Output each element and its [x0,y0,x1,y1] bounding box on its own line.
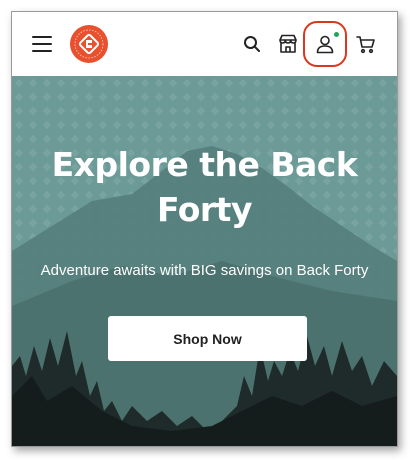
cart-icon[interactable] [354,32,378,56]
brand-logo[interactable] [69,24,109,64]
menu-icon[interactable] [32,36,52,52]
browser-frame: Explore the Back Forty Adventure awaits … [11,11,398,447]
online-status-dot [334,32,339,37]
hero-subtitle: Adventure awaits with BIG savings on Bac… [40,262,369,279]
hero-banner: Explore the Back Forty Adventure awaits … [12,76,397,446]
store-icon[interactable] [276,32,300,56]
hero-title: Explore the Back Forty [51,145,358,229]
search-icon[interactable] [240,32,264,56]
brand-logo-mark [70,25,108,63]
shop-now-button[interactable]: Shop Now [108,316,307,361]
mountain-forest-background [12,76,397,446]
site-header [12,12,397,76]
